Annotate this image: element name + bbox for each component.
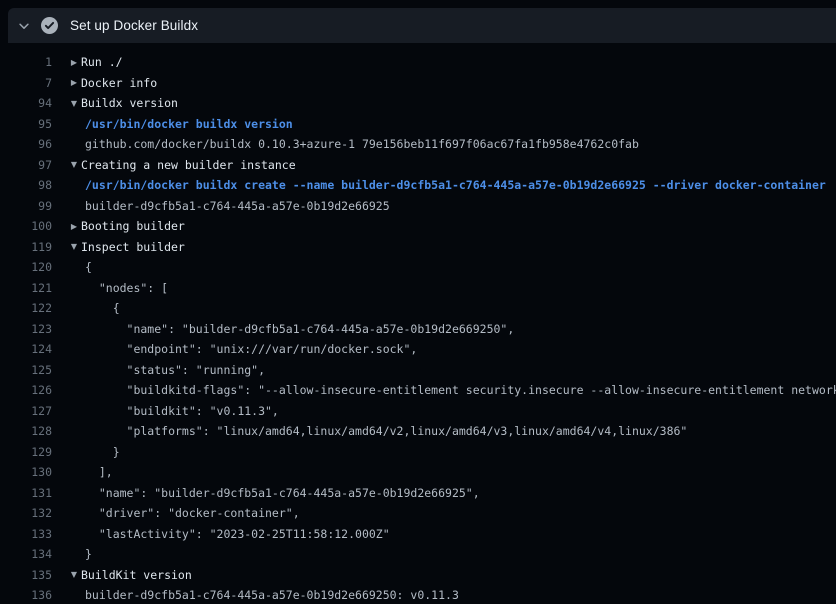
- output-text: "buildkitd-flags": "--allow-insecure-ent…: [85, 383, 836, 397]
- line-number-link[interactable]: 135: [0, 568, 52, 582]
- line-number-link[interactable]: 94: [0, 96, 52, 110]
- log-line: 7 ▶Docker info: [0, 73, 836, 94]
- workflow-log-viewer: Set up Docker Buildx 1▶Run ./7▶Docker in…: [0, 0, 836, 604]
- output-text: }: [85, 445, 120, 459]
- log-line: 94 ▼Buildx version: [0, 93, 836, 114]
- group-title[interactable]: Docker info: [81, 76, 157, 90]
- line-number-link[interactable]: 130: [0, 465, 52, 479]
- log-line: 135 ▼BuildKit version: [0, 565, 836, 586]
- step-title: Set up Docker Buildx: [70, 18, 198, 33]
- line-number-link[interactable]: 120: [0, 260, 52, 274]
- output-text: "platforms": "linux/amd64,linux/amd64/v2…: [85, 424, 687, 438]
- log-line: 95/usr/bin/docker buildx version: [0, 114, 836, 135]
- command-text: /usr/bin/docker buildx create --name bui…: [85, 178, 826, 192]
- line-number-link[interactable]: 124: [0, 342, 52, 356]
- triangle-down-icon: ▼: [68, 160, 80, 169]
- line-number-link[interactable]: 131: [0, 486, 52, 500]
- line-number-link[interactable]: 128: [0, 424, 52, 438]
- triangle-right-icon: ▶: [68, 78, 80, 87]
- group-title[interactable]: BuildKit version: [81, 568, 192, 582]
- line-number-link[interactable]: 99: [0, 199, 52, 213]
- line-number-link[interactable]: 96: [0, 137, 52, 151]
- output-text: "endpoint": "unix:///var/run/docker.sock…: [85, 342, 417, 356]
- line-number-link[interactable]: 126: [0, 383, 52, 397]
- line-number-link[interactable]: 127: [0, 404, 52, 418]
- log-line: 134}: [0, 544, 836, 565]
- group-title[interactable]: Booting builder: [81, 219, 185, 233]
- group-title[interactable]: Buildx version: [81, 96, 178, 110]
- output-text: "buildkit": "v0.11.3",: [85, 404, 279, 418]
- group-title[interactable]: Run ./: [81, 55, 123, 69]
- line-number-link[interactable]: 100: [0, 219, 52, 233]
- group-title[interactable]: Inspect builder: [81, 240, 185, 254]
- step-header[interactable]: Set up Docker Buildx: [8, 8, 836, 43]
- log-line: 122 {: [0, 298, 836, 319]
- log-line: 128 "platforms": "linux/amd64,linux/amd6…: [0, 421, 836, 442]
- chevron-down-icon[interactable]: [16, 18, 32, 34]
- line-number-link[interactable]: 123: [0, 322, 52, 336]
- triangle-down-icon: ▼: [68, 570, 80, 579]
- log-line: 99 builder-d9cfb5a1-c764-445a-a57e-0b19d2…: [0, 196, 836, 217]
- log-output[interactable]: 1▶Run ./7▶Docker info94▼Buildx version95…: [0, 43, 836, 604]
- group-title[interactable]: Creating a new builder instance: [81, 158, 296, 172]
- triangle-right-icon: ▶: [68, 222, 80, 231]
- output-text: "name": "builder-d9cfb5a1-c764-445a-a57e…: [85, 486, 480, 500]
- log-line: 1 ▶Run ./: [0, 52, 836, 73]
- output-text: "driver": "docker-container",: [85, 506, 300, 520]
- output-text: "name": "builder-d9cfb5a1-c764-445a-a57e…: [85, 322, 514, 336]
- check-circle-icon: [41, 17, 58, 34]
- line-number-link[interactable]: 97: [0, 158, 52, 172]
- line-number-link[interactable]: 132: [0, 506, 52, 520]
- log-line: 124 "endpoint": "unix:///var/run/docker.…: [0, 339, 836, 360]
- line-number-link[interactable]: 7: [0, 76, 52, 90]
- line-number-link[interactable]: 1: [0, 55, 52, 69]
- log-line: 129 }: [0, 442, 836, 463]
- output-text: builder-d9cfb5a1-c764-445a-a57e-0b19d2e6…: [85, 588, 459, 602]
- log-line: 132 "driver": "docker-container",: [0, 503, 836, 524]
- log-line: 98/usr/bin/docker buildx create --name b…: [0, 175, 836, 196]
- log-line: 123 "name": "builder-d9cfb5a1-c764-445a-…: [0, 319, 836, 340]
- log-line: 119 ▼Inspect builder: [0, 237, 836, 258]
- log-line: 127 "buildkit": "v0.11.3",: [0, 401, 836, 422]
- log-line: 133 "lastActivity": "2023-02-25T11:58:12…: [0, 524, 836, 545]
- log-line: 126 "buildkitd-flags": "--allow-insecure…: [0, 380, 836, 401]
- log-line: 125 "status": "running",: [0, 360, 836, 381]
- triangle-down-icon: ▼: [68, 99, 80, 108]
- line-number-link[interactable]: 122: [0, 301, 52, 315]
- line-number-link[interactable]: 98: [0, 178, 52, 192]
- output-text: "nodes": [: [85, 281, 168, 295]
- log-line: 121 "nodes": [: [0, 278, 836, 299]
- output-text: builder-d9cfb5a1-c764-445a-a57e-0b19d2e6…: [85, 199, 390, 213]
- line-number-link[interactable]: 136: [0, 588, 52, 602]
- output-text: github.com/docker/buildx 0.10.3+azure-1 …: [85, 137, 639, 151]
- line-number-link[interactable]: 119: [0, 240, 52, 254]
- log-line: 100 ▶Booting builder: [0, 216, 836, 237]
- line-number-link[interactable]: 125: [0, 363, 52, 377]
- line-number-link[interactable]: 95: [0, 117, 52, 131]
- triangle-down-icon: ▼: [68, 242, 80, 251]
- log-line: 130 ],: [0, 462, 836, 483]
- line-number-link[interactable]: 129: [0, 445, 52, 459]
- line-number-link[interactable]: 133: [0, 527, 52, 541]
- command-text: /usr/bin/docker buildx version: [85, 117, 293, 131]
- log-line: 120 {: [0, 257, 836, 278]
- output-text: {: [85, 260, 92, 274]
- output-text: ],: [85, 465, 113, 479]
- output-text: "lastActivity": "2023-02-25T11:58:12.000…: [85, 527, 390, 541]
- line-number-link[interactable]: 121: [0, 281, 52, 295]
- log-line: 96 github.com/docker/buildx 0.10.3+azure-…: [0, 134, 836, 155]
- output-text: }: [85, 547, 92, 561]
- log-line: 97 ▼Creating a new builder instance: [0, 155, 836, 176]
- log-line: 136 builder-d9cfb5a1-c764-445a-a57e-0b19d…: [0, 585, 836, 604]
- output-text: {: [85, 301, 120, 315]
- output-text: "status": "running",: [85, 363, 265, 377]
- line-number-link[interactable]: 134: [0, 547, 52, 561]
- triangle-right-icon: ▶: [68, 58, 80, 67]
- log-line: 131 "name": "builder-d9cfb5a1-c764-445a-…: [0, 483, 836, 504]
